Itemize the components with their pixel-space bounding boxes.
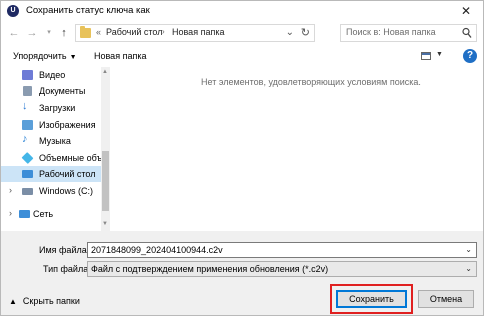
sidebar-item-pictures[interactable]: Изображения: [1, 117, 101, 133]
empty-message: Нет элементов, удовлетворяющих условиям …: [201, 77, 421, 87]
arrow-left-icon: ←: [8, 27, 20, 39]
sidebar-item-music[interactable]: ♪ Музыка: [1, 133, 101, 149]
sidebar-item-label: Изображения: [39, 120, 96, 130]
chevron-down-icon: ▾: [47, 29, 51, 36]
filetype-select[interactable]: Файл с подтверждением применения обновле…: [87, 261, 477, 277]
chevron-down-icon: ⌄: [465, 264, 472, 273]
sidebar-item-documents[interactable]: Документы: [1, 83, 101, 99]
breadcrumb-separator-icon: ›: [162, 27, 165, 36]
window-title: Сохранить статус ключа как: [26, 5, 150, 16]
organize-label: Упорядочить: [13, 51, 67, 61]
organize-button[interactable]: Упорядочить ▼: [13, 51, 77, 61]
cancel-button[interactable]: Отмена: [418, 290, 474, 308]
app-icon: U: [7, 5, 19, 17]
sidebar-item-downloads[interactable]: ↓ Загрузки: [1, 100, 101, 116]
file-fields: Имя файла: 2071848099_202404100944.c2v ⌄…: [1, 231, 483, 281]
breadcrumb-overflow[interactable]: «: [96, 27, 101, 37]
filename-input[interactable]: 2071848099_202404100944.c2v ⌄: [87, 242, 477, 258]
breadcrumb-item-new-folder[interactable]: Новая папка: [172, 27, 224, 37]
save-dialog: U Сохранить статус ключа как ✕ ← → ▾ ↑ «…: [0, 0, 484, 316]
sidebar-item-network[interactable]: › Сеть: [1, 206, 101, 222]
chevron-down-icon[interactable]: ▼: [436, 51, 443, 58]
save-button[interactable]: Сохранить: [336, 290, 407, 308]
3d-objects-icon: [21, 152, 34, 164]
sidebar-item-label: Объемные объ: [39, 153, 101, 163]
sidebar-item-desktop[interactable]: Рабочий стол: [1, 166, 101, 182]
filetype-value: Файл с подтверждением применения обновле…: [91, 264, 329, 274]
navigation-pane: Видео Документы ↓ Загрузки Изображения ♪…: [1, 67, 111, 231]
arrow-up-icon: ↑: [61, 27, 67, 39]
arrow-right-icon: →: [26, 27, 38, 39]
chevron-down-icon[interactable]: ⌄: [286, 25, 294, 41]
filename-label: Имя файла:: [39, 245, 90, 255]
folder-icon: [80, 26, 91, 38]
scroll-up-icon[interactable]: ▲: [102, 69, 108, 75]
chevron-right-icon[interactable]: ›: [9, 208, 12, 218]
up-button[interactable]: ↑: [57, 25, 71, 41]
filename-value: 2071848099_202404100944.c2v: [91, 245, 223, 255]
pictures-icon: [22, 120, 33, 130]
downloads-icon: ↓: [22, 100, 28, 112]
recent-locations-button[interactable]: ▾: [42, 25, 56, 41]
view-options-icon[interactable]: [421, 52, 431, 60]
search-placeholder: Поиск в: Новая папка: [346, 27, 436, 37]
new-folder-button[interactable]: Новая папка: [94, 51, 146, 61]
address-bar[interactable]: « Рабочий стол › Новая папка ⌄ ↻: [75, 24, 315, 42]
video-icon: [22, 70, 33, 80]
breadcrumb-item-desktop[interactable]: Рабочий стол: [106, 27, 163, 37]
sidebar-item-videos[interactable]: Видео: [1, 67, 101, 83]
title-bar: U Сохранить статус ключа как ✕: [1, 1, 483, 21]
sidebar-item-label: Windows (C:): [39, 186, 94, 196]
chevron-up-icon: ▲: [9, 297, 17, 306]
dialog-footer: ▲ Скрыть папки Сохранить Отмена: [1, 281, 483, 315]
sidebar-item-label: Сеть: [33, 209, 54, 219]
drive-icon: [22, 188, 33, 195]
navigation-scrollbar[interactable]: ▲ ▼: [101, 67, 110, 231]
sidebar-item-label: Рабочий стол: [39, 169, 96, 179]
search-box[interactable]: Поиск в: Новая папка: [340, 24, 477, 42]
search-icon: [462, 27, 472, 38]
help-icon[interactable]: ?: [463, 49, 477, 63]
chevron-right-icon[interactable]: ›: [9, 185, 12, 195]
sidebar-item-label: Музыка: [39, 136, 71, 146]
file-list[interactable]: Нет элементов, удовлетворяющих условиям …: [111, 67, 483, 231]
scrollbar-thumb[interactable]: [102, 151, 109, 211]
toolbar: Упорядочить ▼ Новая папка ▼ ?: [1, 45, 483, 67]
music-icon: ♪: [22, 133, 28, 145]
network-icon: [19, 210, 30, 218]
sidebar-item-label: Видео: [39, 70, 66, 80]
hide-folders-label: Скрыть папки: [22, 296, 80, 306]
navigation-bar: ← → ▾ ↑ « Рабочий стол › Новая папка ⌄ ↻…: [1, 21, 483, 45]
filetype-label: Тип файла:: [43, 264, 91, 274]
chevron-down-icon: ▼: [69, 54, 77, 61]
scroll-down-icon[interactable]: ▼: [102, 221, 108, 227]
sidebar-item-3d-objects[interactable]: Объемные объ: [1, 150, 101, 166]
close-icon: ✕: [460, 4, 472, 18]
sidebar-item-windows-c[interactable]: › Windows (C:): [1, 183, 101, 199]
documents-icon: [23, 86, 32, 96]
desktop-icon: [22, 170, 33, 178]
chevron-down-icon[interactable]: ⌄: [465, 245, 472, 254]
sidebar-item-label: Документы: [39, 86, 86, 96]
close-button[interactable]: ✕: [455, 2, 477, 20]
back-button[interactable]: ←: [7, 25, 21, 41]
sidebar-item-label: Загрузки: [39, 103, 76, 113]
forward-button[interactable]: →: [25, 25, 39, 41]
refresh-icon[interactable]: ↻: [301, 25, 310, 41]
hide-folders-button[interactable]: ▲ Скрыть папки: [9, 296, 80, 306]
